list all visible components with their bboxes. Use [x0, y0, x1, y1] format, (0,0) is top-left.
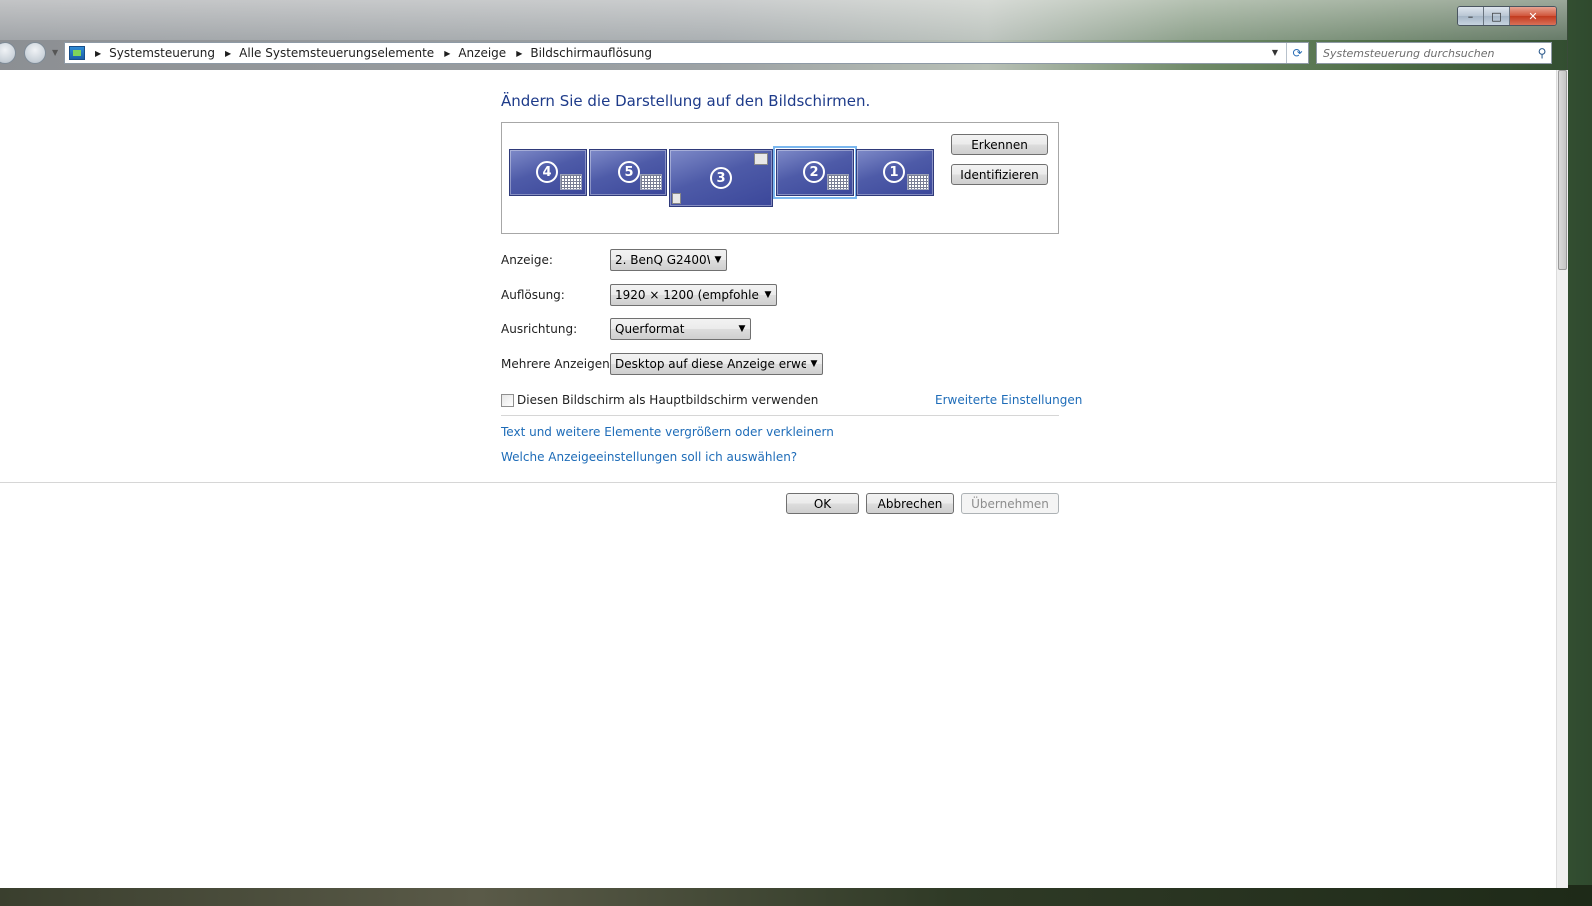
divider: [0, 482, 1556, 483]
window-icon: [672, 193, 681, 204]
window-controls: – □ ✕: [1457, 6, 1557, 26]
resolution-select[interactable]: 1920 × 1200 (empfohlen) ▼: [610, 284, 777, 306]
grid-icon: [560, 174, 582, 190]
monitor-5[interactable]: 5: [589, 149, 667, 196]
display-select[interactable]: 2. BenQ G2400W ▼: [610, 249, 727, 271]
close-button[interactable]: ✕: [1510, 7, 1556, 25]
chevron-down-icon: ▼: [764, 290, 772, 300]
address-dropdown-icon[interactable]: ▼: [1272, 48, 1278, 57]
monitor-number-badge: 5: [618, 161, 640, 183]
chevron-right-icon[interactable]: ▶: [95, 49, 101, 58]
which-settings-link[interactable]: Welche Anzeigeeinstellungen soll ich aus…: [501, 450, 797, 464]
breadcrumb-anzeige[interactable]: Anzeige: [458, 46, 506, 60]
monitor-4[interactable]: 4: [509, 149, 587, 196]
main-content: Ändern Sie die Darstellung auf den Bilds…: [0, 70, 1556, 888]
monitor-2[interactable]: 2: [773, 146, 857, 199]
monitor-number-badge: 2: [803, 161, 825, 183]
display-value: 2. BenQ G2400W: [615, 253, 710, 267]
divider: [501, 415, 1059, 416]
monitor-arrangement: 4 5 3 2 1 Erkennen Identifizieren: [501, 122, 1059, 234]
desktop-background: [0, 885, 1592, 906]
search-input[interactable]: [1323, 46, 1533, 60]
navigation-bar: ▼ ▶ Systemsteuerung ▶ Alle Systemsteueru…: [0, 40, 1567, 68]
monitor-number-badge: 1: [883, 161, 905, 183]
orientation-select[interactable]: Querformat ▼: [610, 318, 751, 340]
breadcrumb-alle-elemente[interactable]: Alle Systemsteuerungselemente: [239, 46, 434, 60]
window-icon: [754, 153, 768, 165]
page-title: Ändern Sie die Darstellung auf den Bilds…: [501, 92, 871, 110]
chevron-right-icon[interactable]: ▶: [225, 49, 231, 58]
ok-button[interactable]: OK: [786, 493, 859, 514]
maximize-button[interactable]: □: [1484, 7, 1510, 25]
multiple-displays-label: Mehrere Anzeigen:: [501, 357, 614, 371]
recent-pages-dropdown[interactable]: ▼: [52, 48, 58, 57]
minimize-button[interactable]: –: [1458, 7, 1484, 25]
refresh-icon[interactable]: ⟳: [1286, 43, 1308, 63]
detect-button[interactable]: Erkennen: [951, 134, 1048, 155]
orientation-label: Ausrichtung:: [501, 322, 578, 336]
monitor-number-badge: 3: [710, 167, 732, 189]
search-icon[interactable]: ⚲: [1533, 46, 1551, 60]
advanced-settings-link[interactable]: Erweiterte Einstellungen: [935, 393, 1082, 407]
breadcrumb-systemsteuerung[interactable]: Systemsteuerung: [109, 46, 215, 60]
resolution-value: 1920 × 1200 (empfohlen): [615, 288, 760, 302]
identify-button[interactable]: Identifizieren: [951, 164, 1048, 185]
grid-icon: [640, 174, 662, 190]
chevron-right-icon[interactable]: ▶: [444, 49, 450, 58]
multiple-displays-value: Desktop auf diese Anzeige erweitern: [615, 357, 806, 371]
chevron-right-icon[interactable]: ▶: [516, 49, 522, 58]
chevron-down-icon: ▼: [738, 324, 746, 334]
text-size-link[interactable]: Text und weitere Elemente vergrößern ode…: [501, 425, 834, 439]
search-box[interactable]: ⚲: [1316, 42, 1552, 64]
apply-button[interactable]: Übernehmen: [961, 493, 1059, 514]
chevron-down-icon: ▼: [714, 255, 722, 265]
chevron-down-icon: ▼: [810, 359, 818, 369]
primary-display-checkbox[interactable]: [501, 394, 514, 407]
grid-icon: [907, 174, 929, 190]
scrollbar-thumb[interactable]: [1558, 70, 1567, 270]
address-bar[interactable]: ▶ Systemsteuerung ▶ Alle Systemsteuerung…: [64, 42, 1309, 64]
grid-icon: [827, 174, 849, 190]
cancel-button[interactable]: Abbrechen: [866, 493, 954, 514]
resolution-label: Auflösung:: [501, 288, 565, 302]
orientation-value: Querformat: [615, 322, 685, 336]
forward-button[interactable]: [24, 42, 46, 64]
control-panel-icon: [69, 46, 85, 60]
breadcrumb-bildschirmaufloesung[interactable]: Bildschirmauflösung: [530, 46, 652, 60]
monitor-3[interactable]: 3: [669, 149, 773, 207]
control-panel-window: – □ ✕ ▼ ▶ Systemsteuerung ▶ Alle Systems…: [0, 0, 1568, 888]
monitor-number-badge: 4: [536, 161, 558, 183]
monitor-1[interactable]: 1: [856, 149, 934, 196]
title-bar: – □ ✕: [0, 0, 1567, 40]
back-button[interactable]: [0, 42, 16, 64]
multiple-displays-select[interactable]: Desktop auf diese Anzeige erweitern ▼: [610, 353, 823, 375]
display-label: Anzeige:: [501, 253, 553, 267]
primary-display-label[interactable]: Diesen Bildschirm als Hauptbildschirm ve…: [517, 393, 818, 407]
vertical-scrollbar[interactable]: [1556, 70, 1568, 888]
